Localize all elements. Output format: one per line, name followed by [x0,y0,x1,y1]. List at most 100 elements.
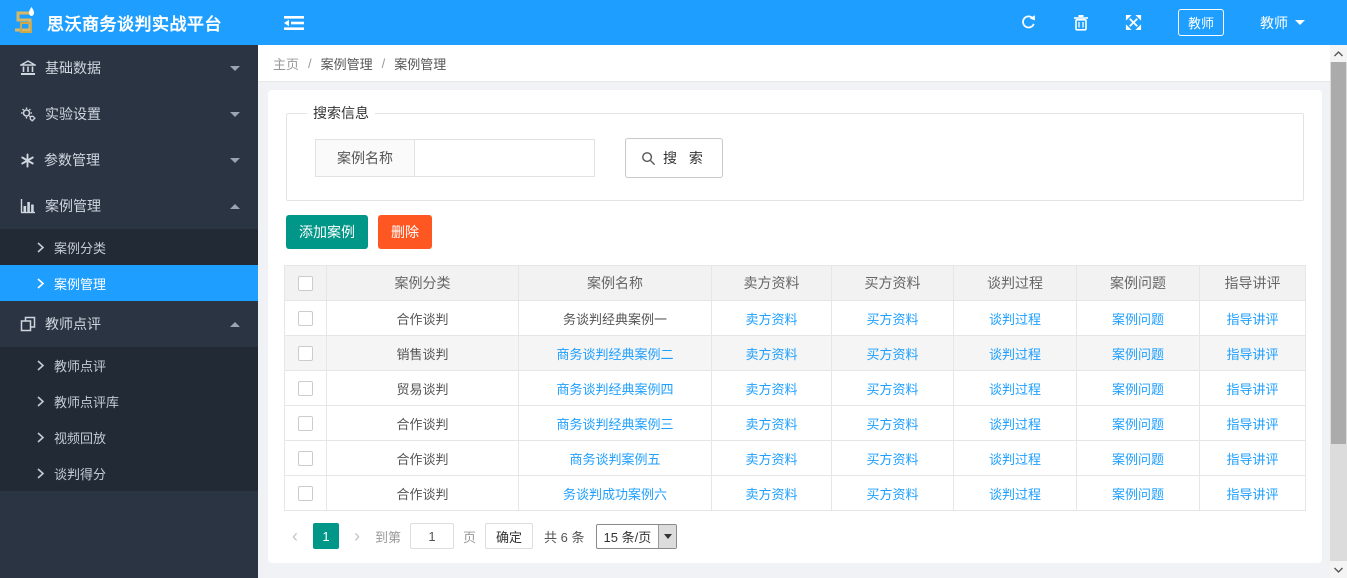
row-checkbox[interactable] [298,311,313,327]
scrollbar-thumb[interactable] [1331,62,1346,444]
chevron-right-icon [37,431,45,443]
sidebar-item-label: 教师点评 [45,316,101,332]
case-name-link[interactable]: 商务谈判经典案例三 [556,417,673,432]
seller-material-link[interactable]: 卖方资料 [745,347,797,362]
case-category-cell: 合作谈判 [326,300,519,336]
breadcrumb-home[interactable]: 主页 [273,54,299,73]
buyer-material-link[interactable]: 买方资料 [866,487,918,502]
sidebar-item-teacher-comment-library[interactable]: 教师点评库 [0,383,258,419]
guidance-review-link[interactable]: 指导讲评 [1226,382,1278,397]
fullscreen-button[interactable] [1125,14,1142,31]
seller-material-link[interactable]: 卖方资料 [745,312,797,327]
vertical-scrollbar[interactable] [1330,45,1347,578]
seller-material-link[interactable]: 卖方资料 [745,452,797,467]
buyer-material-link[interactable]: 买方资料 [866,382,918,397]
case-question-link[interactable]: 案例问题 [1112,382,1164,397]
chevron-right-icon [37,359,45,371]
topbar-right: 教师 教师 [1020,9,1333,36]
add-case-button[interactable]: 添加案例 [286,215,368,249]
confirm-page-button[interactable]: 确定 [485,523,534,549]
sidebar-collapse-button[interactable] [284,15,304,31]
refresh-button[interactable] [1020,14,1037,31]
clone-icon [20,316,36,332]
row-checkbox[interactable] [298,451,313,467]
select-all-checkbox[interactable] [298,276,313,292]
app-window: 思沃商务谈判实战平台 基础数据 实验设置 参数管理 案例管理 案例分类 案例管理… [0,0,1347,578]
sidebar-item-case-management[interactable]: 案例管理 [0,183,258,229]
sidebar-item-label: 案例分类 [54,240,107,256]
topbar: 教师 教师 [258,0,1347,45]
expand-arrows-icon [1125,14,1142,31]
sidebar-item-experiment-settings[interactable]: 实验设置 [0,91,258,137]
guidance-review-link[interactable]: 指导讲评 [1226,347,1278,362]
table-row: 销售谈判 商务谈判经典案例二 卖方资料 买方资料 谈判过程 案例问题 指导讲评 [284,335,1306,371]
teacher-review-submenu: 教师点评 教师点评库 视频回放 谈判得分 [0,347,258,491]
row-checkbox[interactable] [298,346,313,362]
case-question-link[interactable]: 案例问题 [1112,347,1164,362]
search-panel-legend: 搜索信息 [313,105,369,121]
sidebar-item-label: 参数管理 [44,152,100,168]
row-checkbox[interactable] [298,416,313,432]
sidebar-item-case-category[interactable]: 案例分类 [0,229,258,265]
seller-material-link[interactable]: 卖方资料 [745,417,797,432]
role-badge[interactable]: 教师 [1177,9,1224,36]
buyer-material-link[interactable]: 买方资料 [866,347,918,362]
negotiation-process-link[interactable]: 谈判过程 [989,347,1041,362]
case-name-link[interactable]: 商务谈判案例五 [569,452,660,467]
content-card: 搜索信息 案例名称 搜 索 添加案例 删除 案例分类 案例名称 卖方资料 买方资… [268,90,1322,563]
seller-material-link[interactable]: 卖方资料 [745,382,797,397]
search-button[interactable]: 搜 索 [625,138,723,178]
negotiation-process-link[interactable]: 谈判过程 [989,452,1041,467]
case-question-link[interactable]: 案例问题 [1112,452,1164,467]
sidebar-item-video-playback[interactable]: 视频回放 [0,419,258,455]
table-row: 合作谈判 商务谈判案例五 卖方资料 买方资料 谈判过程 案例问题 指导讲评 [284,440,1306,476]
app-logo-icon [8,6,40,40]
asterisk-icon [21,152,34,168]
breadcrumb-separator: / [381,55,386,71]
sidebar-item-case-management-active[interactable]: 案例管理 [0,265,258,301]
case-name-link[interactable]: 商务谈判经典案例四 [556,382,673,397]
case-table: 案例分类 案例名称 卖方资料 买方资料 谈判过程 案例问题 指导讲评 合作谈判 [284,265,1306,511]
guidance-review-link[interactable]: 指导讲评 [1226,487,1278,502]
clear-cache-button[interactable] [1073,14,1089,31]
page-size-select[interactable]: 15 条/页 [595,523,678,549]
sidebar-item-basic-data[interactable]: 基础数据 [0,45,258,91]
sidebar-item-teacher-comment[interactable]: 教师点评 [0,347,258,383]
sidebar-item-negotiation-score[interactable]: 谈判得分 [0,455,258,491]
negotiation-process-link[interactable]: 谈判过程 [989,487,1041,502]
guidance-review-link[interactable]: 指导讲评 [1226,452,1278,467]
main-area: 教师 教师 主页 / 案例管理 / 案例管理 搜索信息 案例名称 搜 索 添加案… [258,0,1347,578]
negotiation-process-link[interactable]: 谈判过程 [989,312,1041,327]
search-panel: 搜索信息 案例名称 搜 索 [286,103,1304,201]
row-checkbox[interactable] [298,486,313,502]
buyer-material-link[interactable]: 买方资料 [866,452,918,467]
sidebar-item-label: 教师点评 [54,358,107,374]
search-button-label: 搜 索 [663,150,707,166]
sidebar-item-parameter-management[interactable]: 参数管理 [0,137,258,183]
chevron-down-icon [230,111,240,117]
buyer-material-link[interactable]: 买方资料 [866,312,918,327]
current-page-button[interactable]: 1 [313,523,339,549]
case-name-input[interactable] [415,139,595,177]
scroll-up-button[interactable] [1330,45,1347,62]
case-name-link[interactable]: 商务谈判经典案例二 [556,347,673,362]
case-question-link[interactable]: 案例问题 [1112,312,1164,327]
delete-button[interactable]: 删除 [378,215,432,249]
buyer-material-link[interactable]: 买方资料 [866,417,918,432]
row-checkbox[interactable] [298,381,313,397]
guidance-review-link[interactable]: 指导讲评 [1226,312,1278,327]
negotiation-process-link[interactable]: 谈判过程 [989,417,1041,432]
case-name-link[interactable]: 务谈判成功案例六 [563,487,667,502]
user-dropdown[interactable]: 教师 [1260,13,1305,33]
prev-page-button[interactable]: ‹ [286,527,304,545]
scroll-down-button[interactable] [1330,561,1347,578]
case-question-link[interactable]: 案例问题 [1112,417,1164,432]
guidance-review-link[interactable]: 指导讲评 [1226,417,1278,432]
sidebar-item-teacher-review[interactable]: 教师点评 [0,301,258,347]
next-page-button[interactable]: › [348,527,366,545]
page-size-value: 15 条/页 [603,529,652,545]
goto-page-input[interactable] [410,523,455,549]
case-question-link[interactable]: 案例问题 [1112,487,1164,502]
seller-material-link[interactable]: 卖方资料 [745,487,797,502]
negotiation-process-link[interactable]: 谈判过程 [989,382,1041,397]
